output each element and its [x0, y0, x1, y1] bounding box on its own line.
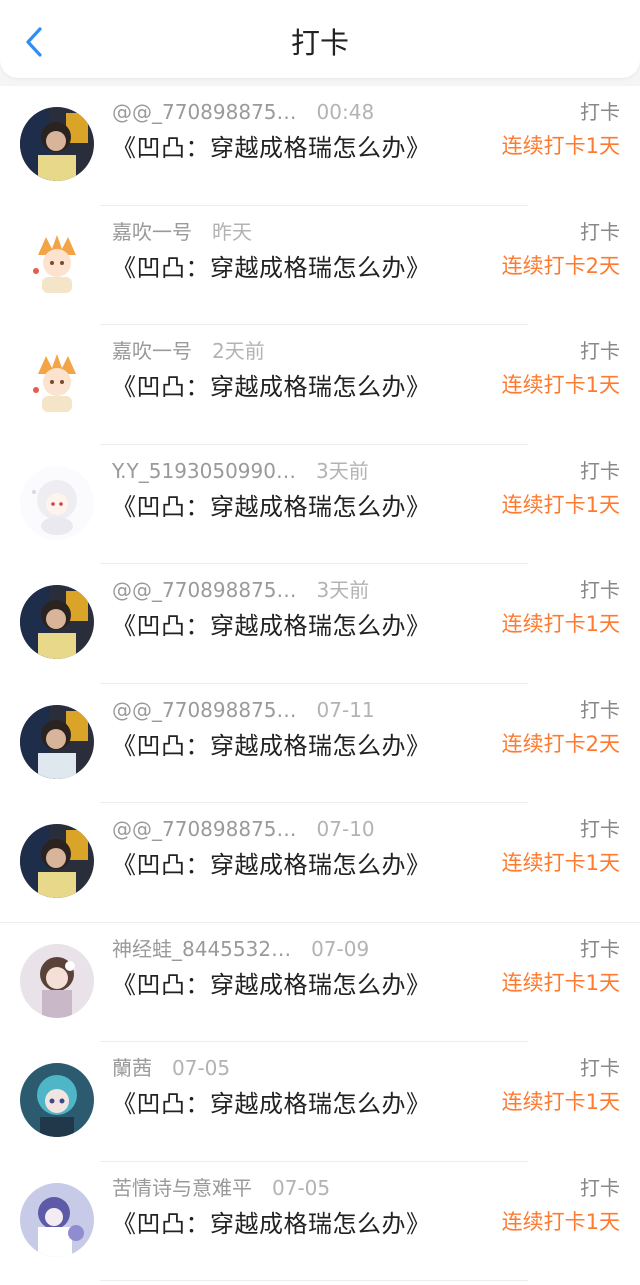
streak-label: 连续打卡1天 [501, 373, 620, 397]
username[interactable]: Y.Y_5193050990… [112, 459, 296, 483]
avatar[interactable] [20, 1063, 94, 1137]
username[interactable]: @@_770898875… [112, 578, 297, 602]
book-title[interactable]: 《凹凸：穿越成格瑞怎么办》 [112, 1204, 431, 1239]
avatar[interactable] [20, 1182, 94, 1257]
avatar[interactable] [20, 346, 94, 420]
list-item[interactable]: 嘉吹一号 2天前 《凹凸：穿越成格瑞怎么办》 打卡 连续打卡1天 [0, 325, 640, 445]
streak-label: 连续打卡1天 [501, 134, 620, 158]
list-item[interactable]: @@_770898875… 3天前 《凹凸：穿越成格瑞怎么办》 打卡 连续打卡1天 [0, 564, 640, 684]
username[interactable]: @@_770898875… [112, 698, 297, 722]
streak-label: 连续打卡1天 [501, 1090, 620, 1114]
avatar[interactable] [20, 943, 94, 1018]
username[interactable]: 苦情诗与意难平 [112, 1176, 252, 1200]
streak-label: 连续打卡1天 [501, 492, 620, 517]
streak-label: 连续打卡1天 [501, 1209, 620, 1234]
streak-label: 连续打卡2天 [501, 731, 620, 756]
streak-label: 连续打卡1天 [501, 612, 620, 636]
timestamp: 3天前 [316, 578, 370, 602]
action-label: 打卡 [580, 458, 620, 483]
action-label: 打卡 [580, 578, 620, 602]
book-title[interactable]: 《凹凸：穿越成格瑞怎么办》 [112, 248, 431, 283]
action-label: 打卡 [580, 1175, 620, 1200]
username[interactable]: 神经蛙_8445532… [112, 937, 291, 961]
book-title[interactable]: 《凹凸：穿越成格瑞怎么办》 [112, 128, 431, 163]
timestamp: 2天前 [212, 339, 265, 363]
list-item[interactable]: 神经蛙_8445532… 07-09 《凹凸：穿越成格瑞怎么办》 打卡 连续打卡1… [0, 923, 640, 1042]
book-title[interactable]: 《凹凸：穿越成格瑞怎么办》 [112, 487, 431, 522]
streak-label: 连续打卡1天 [501, 851, 620, 875]
action-label: 打卡 [580, 339, 620, 363]
list-item[interactable]: @@_770898875… 00:48 《凹凸：穿越成格瑞怎么办》 打卡 连续打卡… [0, 86, 640, 206]
top-bar: 打卡 [0, 0, 640, 78]
book-title[interactable]: 《凹凸：穿越成格瑞怎么办》 [112, 965, 431, 1000]
timestamp: 07-11 [316, 697, 375, 722]
avatar[interactable] [20, 824, 94, 898]
avatar[interactable] [20, 107, 94, 181]
action-label: 打卡 [580, 697, 620, 722]
timestamp: 07-05 [172, 1056, 231, 1080]
avatar[interactable] [20, 465, 94, 540]
username[interactable]: 蘭茜 [112, 1056, 152, 1080]
divider [100, 1280, 528, 1281]
username[interactable]: @@_770898875… [112, 100, 297, 124]
streak-label: 连续打卡1天 [501, 970, 620, 995]
username[interactable]: @@_770898875… [112, 817, 297, 841]
list-item[interactable]: 嘉吹一号 昨天 《凹凸：穿越成格瑞怎么办》 打卡 连续打卡2天 [0, 206, 640, 325]
action-label: 打卡 [580, 936, 620, 961]
action-label: 打卡 [580, 817, 620, 841]
username[interactable]: 嘉吹一号 [112, 339, 192, 363]
list-item[interactable]: @@_770898875… 07-11 《凹凸：穿越成格瑞怎么办》 打卡 连续打卡… [0, 684, 640, 803]
timestamp: 07-09 [311, 936, 370, 961]
action-label: 打卡 [580, 219, 620, 244]
timestamp: 00:48 [316, 100, 375, 124]
list-item[interactable]: Y.Y_5193050990… 3天前 《凹凸：穿越成格瑞怎么办》 打卡 连续打卡… [0, 445, 640, 564]
timestamp: 07-10 [316, 817, 375, 841]
avatar[interactable] [20, 226, 94, 301]
list-item[interactable]: @@_770898875… 07-10 《凹凸：穿越成格瑞怎么办》 打卡 连续打卡… [0, 803, 640, 923]
list-item[interactable]: 蘭茜 07-05 《凹凸：穿越成格瑞怎么办》 打卡 连续打卡1天 [0, 1042, 640, 1162]
avatar[interactable] [20, 585, 94, 659]
streak-label: 连续打卡2天 [501, 253, 620, 278]
book-title[interactable]: 《凹凸：穿越成格瑞怎么办》 [112, 1084, 431, 1119]
list-item[interactable]: 苦情诗与意难平 07-05 《凹凸：穿越成格瑞怎么办》 打卡 连续打卡1天 [0, 1162, 640, 1281]
timestamp: 昨天 [212, 219, 252, 244]
page-title: 打卡 [290, 26, 349, 60]
timestamp: 3天前 [315, 458, 369, 483]
book-title[interactable]: 《凹凸：穿越成格瑞怎么办》 [112, 606, 431, 641]
book-title[interactable]: 《凹凸：穿越成格瑞怎么办》 [112, 845, 431, 880]
username[interactable]: 嘉吹一号 [112, 220, 192, 244]
action-label: 打卡 [580, 1056, 620, 1080]
timestamp: 07-05 [272, 1175, 331, 1200]
avatar[interactable] [20, 704, 94, 779]
book-title[interactable]: 《凹凸：穿越成格瑞怎么办》 [112, 367, 431, 402]
checkin-list: @@_770898875… 00:48 《凹凸：穿越成格瑞怎么办》 打卡 连续打卡… [0, 86, 640, 1285]
action-label: 打卡 [580, 100, 620, 124]
book-title[interactable]: 《凹凸：穿越成格瑞怎么办》 [112, 726, 431, 761]
